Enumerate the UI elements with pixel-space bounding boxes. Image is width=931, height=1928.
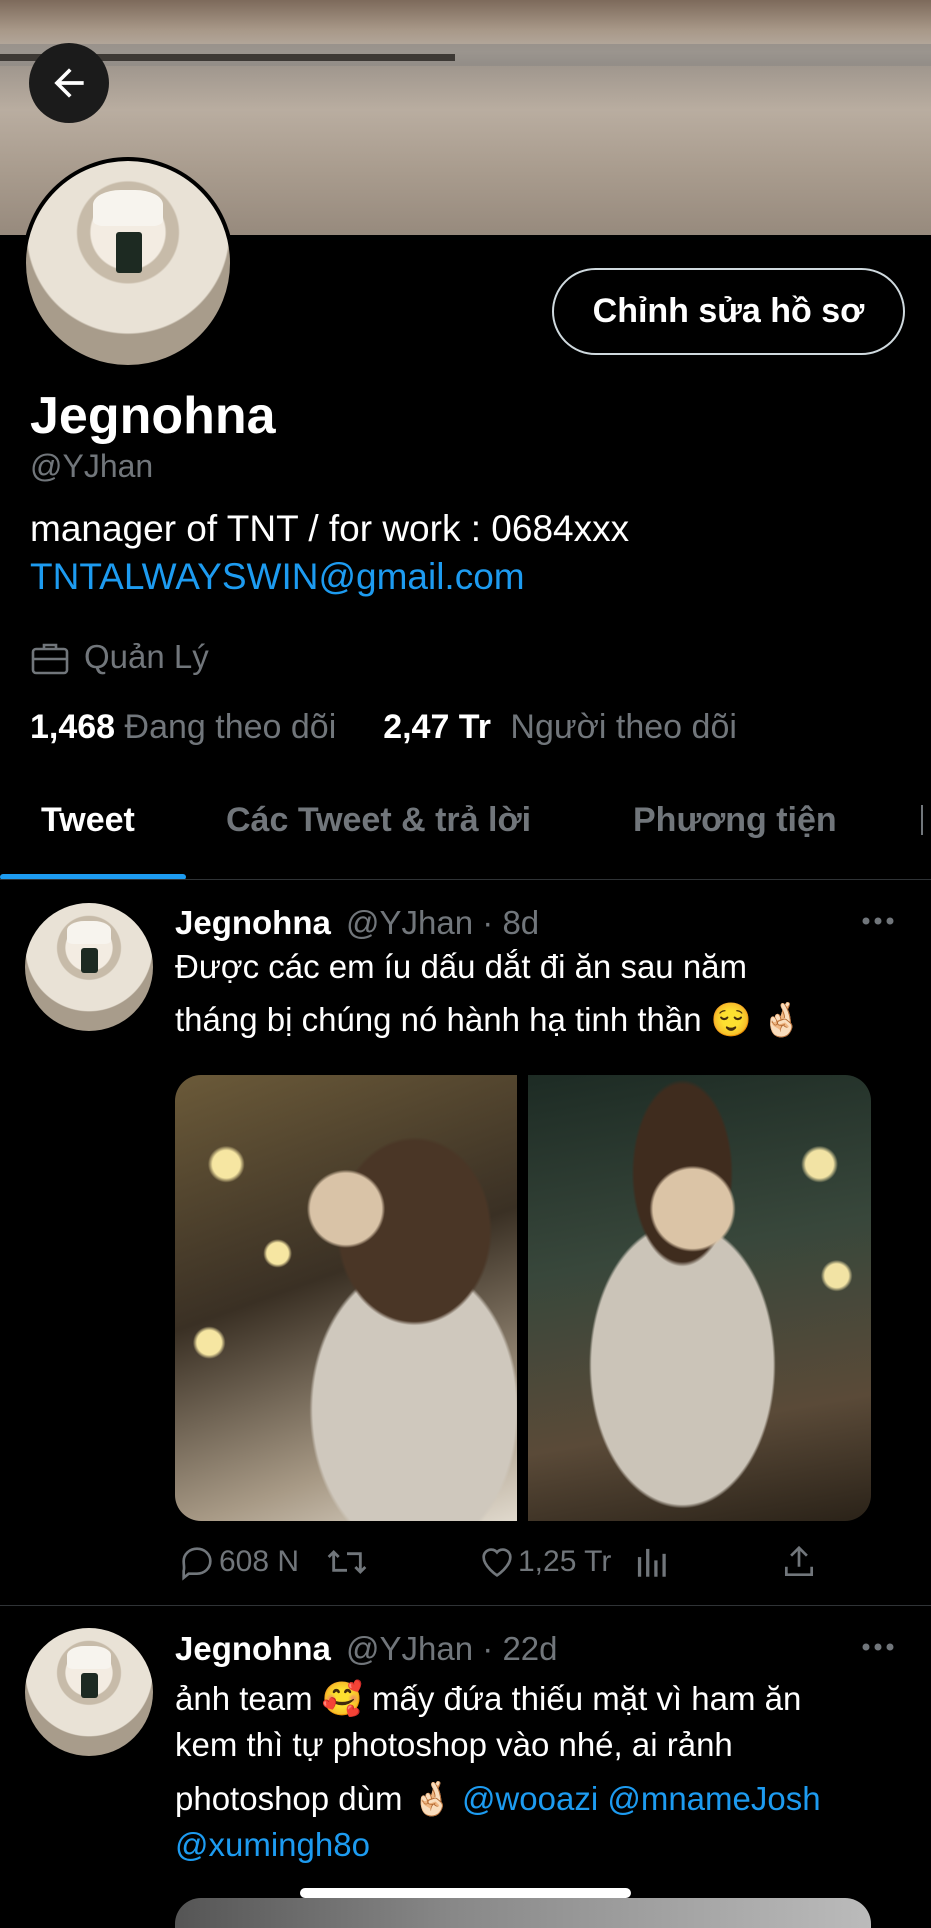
- profile-tabs: Tweet Các Tweet & trả lời Phương tiện: [0, 770, 931, 880]
- bio-text: manager of TNT / for work : 0684xxx: [30, 508, 630, 549]
- comment-icon: [182, 1547, 212, 1581]
- following-label: Đang theo dõi: [124, 708, 337, 746]
- arrow-left-icon: [54, 68, 84, 98]
- reply-button[interactable]: 608 N: [177, 1542, 299, 1582]
- tweet-photo[interactable]: [175, 1898, 871, 1928]
- tweet-photo[interactable]: [528, 1075, 871, 1521]
- tab-tweets[interactable]: Tweet: [41, 770, 135, 870]
- tweet-separator: ·: [482, 904, 494, 941]
- tab-overflow[interactable]: [921, 805, 931, 835]
- tweet-mentions[interactable]: @wooazi @mnameJosh: [462, 1780, 821, 1817]
- tweet-separator: ·: [482, 1630, 494, 1667]
- tweet-header: Jegnohna @YJhan · 22d: [175, 1630, 558, 1668]
- home-indicator: [300, 1888, 631, 1898]
- tweet-time: 8d: [502, 904, 540, 941]
- like-count: 1,25 Tr: [518, 1545, 612, 1578]
- bio-email-link[interactable]: TNTALWAYSWIN@gmail.com: [30, 556, 525, 598]
- tweet-text: Được các em íu dấu dắt đi ăn sau năm thá…: [175, 940, 802, 1046]
- tweet-header: Jegnohna @YJhan · 8d: [175, 904, 539, 942]
- tweet-text-line: kem thì tự photoshop vào nhé, ai rảnh: [175, 1726, 733, 1763]
- followers-link[interactable]: 2,47 Tr Người theo dõi: [383, 708, 737, 746]
- heart-icon: [482, 1548, 512, 1577]
- tweet-author-handle: @YJhan: [346, 1630, 474, 1667]
- back-button[interactable]: [29, 43, 109, 123]
- tweet-author-name[interactable]: Jegnohna: [175, 1630, 331, 1667]
- divider: [0, 1605, 931, 1606]
- like-button[interactable]: 1,25 Tr: [476, 1542, 611, 1582]
- more-icon[interactable]: [861, 1641, 895, 1653]
- followers-label: Người theo dõi: [510, 708, 737, 746]
- divider: [0, 879, 931, 880]
- tab-media[interactable]: Phương tiện: [633, 770, 837, 870]
- tweet-text-line: photoshop dùm 🤞🏻 @wooazi @mnameJosh: [175, 1776, 821, 1822]
- tweet-text-line: Được các em íu dấu dắt đi ăn sau năm: [175, 948, 748, 985]
- share-icon: [784, 1545, 814, 1577]
- tweet-text: ảnh team 🥰 mấy đứa thiếu mặt vì ham ăn k…: [175, 1676, 821, 1868]
- more-icon[interactable]: [861, 915, 895, 927]
- profile-avatar[interactable]: [22, 157, 234, 369]
- briefcase-icon: [31, 643, 69, 675]
- share-button[interactable]: [780, 1542, 818, 1582]
- tab-tweets-replies[interactable]: Các Tweet & trả lời: [226, 770, 531, 870]
- tweet-text-segment: photoshop dùm 🤞🏻: [175, 1780, 453, 1817]
- reply-count: 608 N: [219, 1545, 300, 1578]
- work-label: Quản Lý: [84, 638, 209, 675]
- tweet-avatar[interactable]: [25, 903, 153, 1031]
- tweet-text-line: ảnh team 🥰 mấy đứa thiếu mặt vì ham ăn: [175, 1680, 802, 1717]
- following-link[interactable]: 1,468 Đang theo dõi: [30, 708, 336, 746]
- analytics-icon: [637, 1548, 666, 1577]
- follow-stats: 1,468 Đang theo dõi 2,47 Tr Người theo d…: [30, 708, 737, 747]
- tweet-author-handle: @YJhan: [346, 904, 474, 941]
- following-count: 1,468: [30, 708, 116, 746]
- tweet-author-name[interactable]: Jegnohna: [175, 904, 331, 941]
- profile-handle: @YJhan: [30, 448, 154, 484]
- tweet-photo[interactable]: [175, 1075, 517, 1521]
- tweet-time: 22d: [502, 1630, 558, 1667]
- followers-count: 2,47 Tr: [383, 708, 491, 746]
- retweet-button[interactable]: [324, 1542, 370, 1582]
- retweet-icon: [327, 1549, 367, 1575]
- tweet-text-line: tháng bị chúng nó hành hạ tinh thần 😌 🤞🏻: [175, 1001, 803, 1038]
- edit-profile-button[interactable]: Chỉnh sửa hồ sơ: [552, 268, 905, 355]
- views-button[interactable]: [634, 1544, 668, 1580]
- tweet-mention[interactable]: @xumingh8o: [175, 1822, 821, 1868]
- display-name: Jegnohna: [30, 387, 276, 445]
- tweet-avatar[interactable]: [25, 1628, 153, 1756]
